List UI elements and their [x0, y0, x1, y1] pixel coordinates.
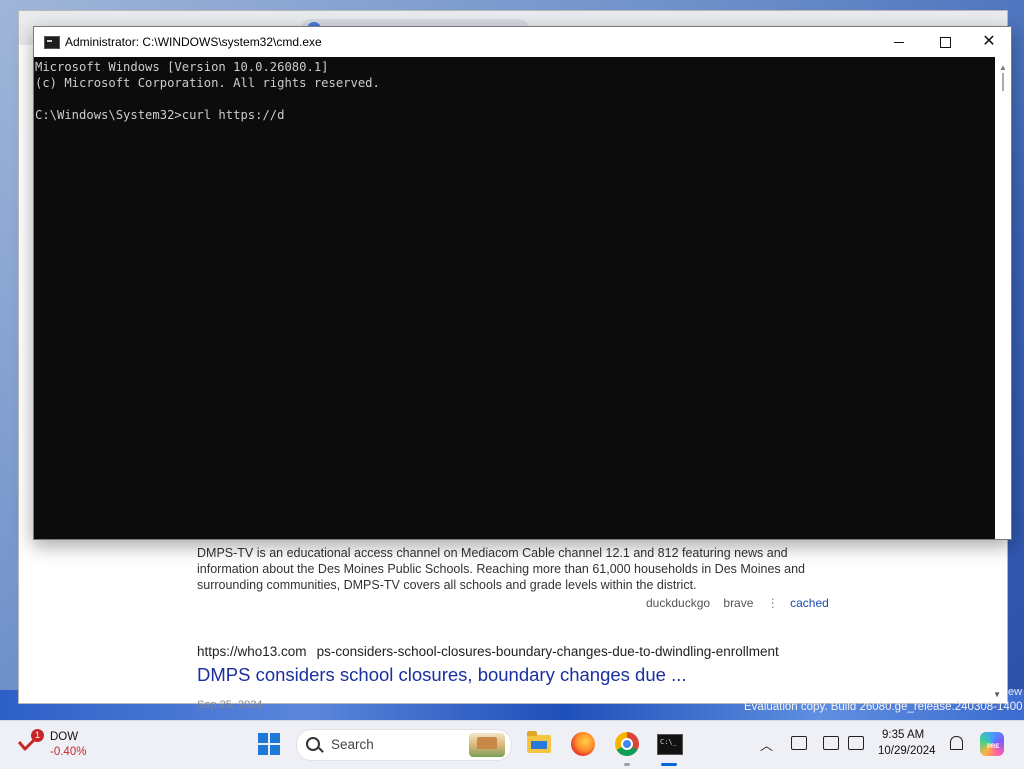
- scroll-down-arrow-icon[interactable]: ▼: [993, 690, 1001, 699]
- folder-icon: [527, 731, 551, 753]
- clock-time[interactable]: 9:35 AM: [882, 729, 924, 741]
- stock-badge: 1: [31, 729, 44, 742]
- network-icon[interactable]: [823, 736, 839, 750]
- cmd-active-indicator: [661, 763, 677, 766]
- maximize-button[interactable]: [922, 27, 968, 57]
- search-label: Search: [331, 737, 374, 752]
- search-result-links: duckduckgo brave ⋮ cached: [646, 595, 839, 611]
- stock-name: DOW: [50, 731, 79, 743]
- search-highlight-image[interactable]: [469, 733, 505, 757]
- close-button[interactable]: ✕: [966, 27, 1012, 57]
- search-result-url: https://who13.com ps-considers-school-clo…: [197, 644, 779, 660]
- chevron-up-icon[interactable]: ︿: [760, 735, 773, 754]
- firefox-button[interactable]: [568, 729, 598, 759]
- onedrive-off-icon[interactable]: [791, 736, 807, 750]
- bell-icon[interactable]: [950, 736, 963, 750]
- cmd-titlebar[interactable]: Administrator: C:\WINDOWS\system32\cmd.e…: [34, 27, 1011, 57]
- scrollbar-thumb[interactable]: [1002, 73, 1004, 91]
- stock-change: -0.40%: [50, 746, 87, 758]
- console-line: (c) Microsoft Corporation. All rights re…: [35, 76, 380, 90]
- search-result-title[interactable]: DMPS considers school closures, boundary…: [197, 665, 686, 684]
- camera-off-icon[interactable]: [848, 736, 864, 750]
- chrome-running-indicator: [624, 763, 630, 766]
- minimize-button[interactable]: [876, 27, 922, 57]
- cmd-scrollbar[interactable]: ▲: [995, 57, 1011, 539]
- cmd-taskbar-button[interactable]: [654, 729, 684, 759]
- console-prompt-line[interactable]: C:\Windows\System32>curl https://d: [35, 107, 995, 123]
- cmd-console[interactable]: Microsoft Windows [Version 10.0.26080.1]…: [34, 57, 995, 541]
- firefox-icon: [571, 732, 595, 756]
- cmd-app-icon: [44, 36, 60, 49]
- copilot-badge: PRE: [987, 744, 1000, 750]
- taskbar-search[interactable]: Search: [296, 729, 512, 761]
- result-domain: https://who13.com: [197, 644, 307, 659]
- maximize-icon: [939, 37, 951, 49]
- chrome-button[interactable]: [612, 729, 642, 759]
- result-path: ps-considers-school-closures-boundary-ch…: [316, 644, 779, 659]
- console-line: Microsoft Windows [Version 10.0.26080.1]: [35, 60, 329, 74]
- start-button[interactable]: [258, 733, 280, 755]
- terminal-icon: [657, 734, 683, 755]
- cached-link[interactable]: cached: [790, 596, 829, 610]
- cmd-window-title: Administrator: C:\WINDOWS\system32\cmd.e…: [65, 35, 322, 49]
- windows-logo-pane: [270, 733, 280, 743]
- search-result-snippet: DMPS-TV is an educational access channel…: [197, 546, 806, 592]
- evaluation-watermark: Evaluation copy. Build 26080.ge_release.…: [744, 701, 1023, 713]
- clock-date[interactable]: 10/29/2024: [878, 745, 936, 757]
- console-line: ​: [35, 91, 995, 107]
- windows-logo-icon: [258, 733, 268, 743]
- more-options-icon[interactable]: ⋮: [767, 596, 779, 610]
- watermark-edge-text: ew: [1008, 686, 1023, 698]
- taskbar: 1 DOW -0.40% Search ︿ 9:35 AM 10/29/2024…: [0, 720, 1024, 769]
- copilot-icon[interactable]: PRE: [980, 732, 1004, 756]
- chrome-icon: [615, 732, 639, 756]
- windows-logo-pane: [258, 745, 268, 755]
- brave-link[interactable]: brave: [723, 596, 753, 610]
- duckduckgo-link[interactable]: duckduckgo: [646, 596, 710, 610]
- windows-logo-pane: [270, 745, 280, 755]
- search-icon: [306, 737, 320, 751]
- close-icon: ✕: [982, 33, 996, 50]
- search-result-date: Sep 25, 2024: [197, 699, 263, 711]
- file-explorer-button[interactable]: [524, 729, 554, 759]
- cmd-window[interactable]: Administrator: C:\WINDOWS\system32\cmd.e…: [33, 26, 1012, 540]
- scroll-up-arrow-icon[interactable]: ▲: [999, 63, 1007, 72]
- minimize-icon: [894, 42, 904, 44]
